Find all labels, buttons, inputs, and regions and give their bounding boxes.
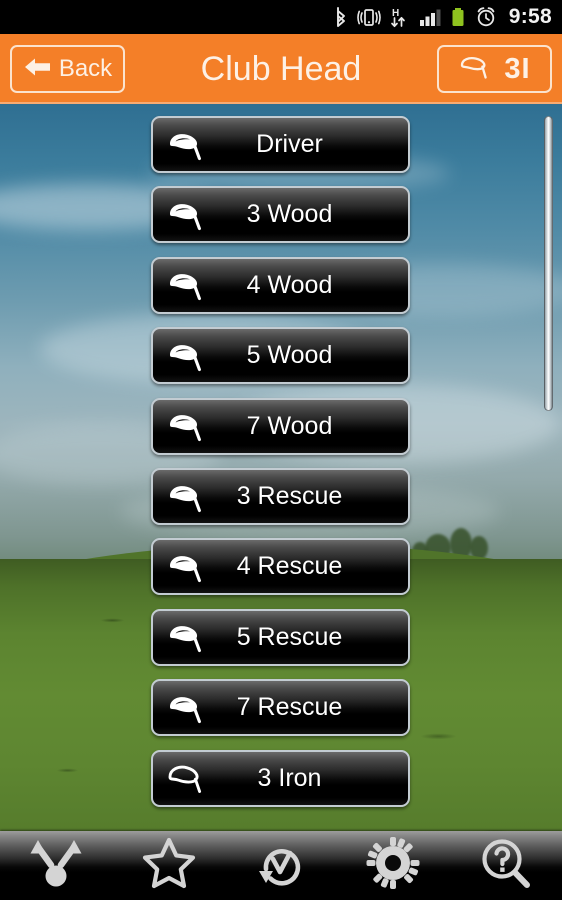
- club-head-wood-icon: [165, 266, 207, 304]
- bluetooth-icon: [334, 5, 348, 29]
- scrollbar-track[interactable]: [544, 116, 553, 816]
- club-head-iron-icon: [165, 759, 207, 797]
- club-list-item[interactable]: 3 Rescue: [151, 468, 410, 525]
- star-favorite-icon: [141, 836, 197, 895]
- settings-button[interactable]: [346, 834, 441, 898]
- scrollbar-thumb[interactable]: [544, 116, 553, 411]
- app-screen: H 9:58 Club Head Back 3I Driver 3 Wood 4…: [0, 0, 562, 900]
- app-header: Club Head Back 3I: [0, 34, 562, 104]
- alarm-clock-icon: [475, 5, 497, 29]
- vibrate-icon: [356, 5, 381, 29]
- hspa-data-icon: H: [390, 5, 410, 29]
- club-head-wood-icon: [165, 196, 207, 234]
- battery-icon: [450, 5, 466, 29]
- club-list-item[interactable]: 7 Rescue: [151, 679, 410, 737]
- sync-check-icon: [253, 836, 309, 895]
- club-head-wood-icon: [165, 126, 207, 164]
- club-list-item[interactable]: 3 Wood: [151, 186, 410, 244]
- club-head-wood-icon: [165, 618, 207, 656]
- club-list-item[interactable]: 4 Wood: [151, 256, 410, 314]
- sync-button[interactable]: [233, 834, 328, 898]
- arrow-left-icon: [23, 54, 53, 85]
- club-list-item[interactable]: 7 Wood: [151, 397, 410, 455]
- bottom-toolbar: [0, 831, 562, 900]
- club-head-icon: [458, 53, 494, 86]
- club-head-wood-icon: [165, 407, 207, 445]
- club-list-item[interactable]: Driver: [151, 116, 410, 173]
- club-head-wood-icon: [165, 478, 207, 516]
- club-list-item[interactable]: 4 Rescue: [151, 538, 410, 596]
- shot-dispersion-button[interactable]: [9, 834, 104, 898]
- current-club-label: 3I: [504, 52, 531, 85]
- club-head-list[interactable]: Driver 3 Wood 4 Wood 5 Wood 7 Wood 3 Rescue 4 …: [0, 104, 562, 831]
- club-head-wood-icon: [165, 548, 207, 586]
- back-button[interactable]: Back: [10, 45, 125, 93]
- gear-settings-icon: [365, 836, 421, 895]
- help-search-icon: [478, 836, 534, 895]
- svg-text:H: H: [392, 8, 399, 19]
- club-list-item[interactable]: 5 Wood: [151, 327, 410, 385]
- back-button-label: Back: [58, 55, 113, 82]
- help-button[interactable]: [458, 834, 553, 898]
- status-bar-clock: 9:58: [508, 5, 552, 28]
- status-bar: H 9:58: [0, 0, 562, 34]
- shot-dispersion-icon: [25, 836, 87, 895]
- favorites-button[interactable]: [121, 834, 216, 898]
- club-head-wood-icon: [165, 689, 207, 727]
- club-head-wood-icon: [165, 337, 207, 375]
- club-list-item[interactable]: 5 Rescue: [151, 608, 410, 666]
- club-list-item[interactable]: 3 Iron: [151, 749, 410, 807]
- current-club-badge[interactable]: 3I: [437, 45, 552, 93]
- signal-bars-icon: [419, 5, 441, 29]
